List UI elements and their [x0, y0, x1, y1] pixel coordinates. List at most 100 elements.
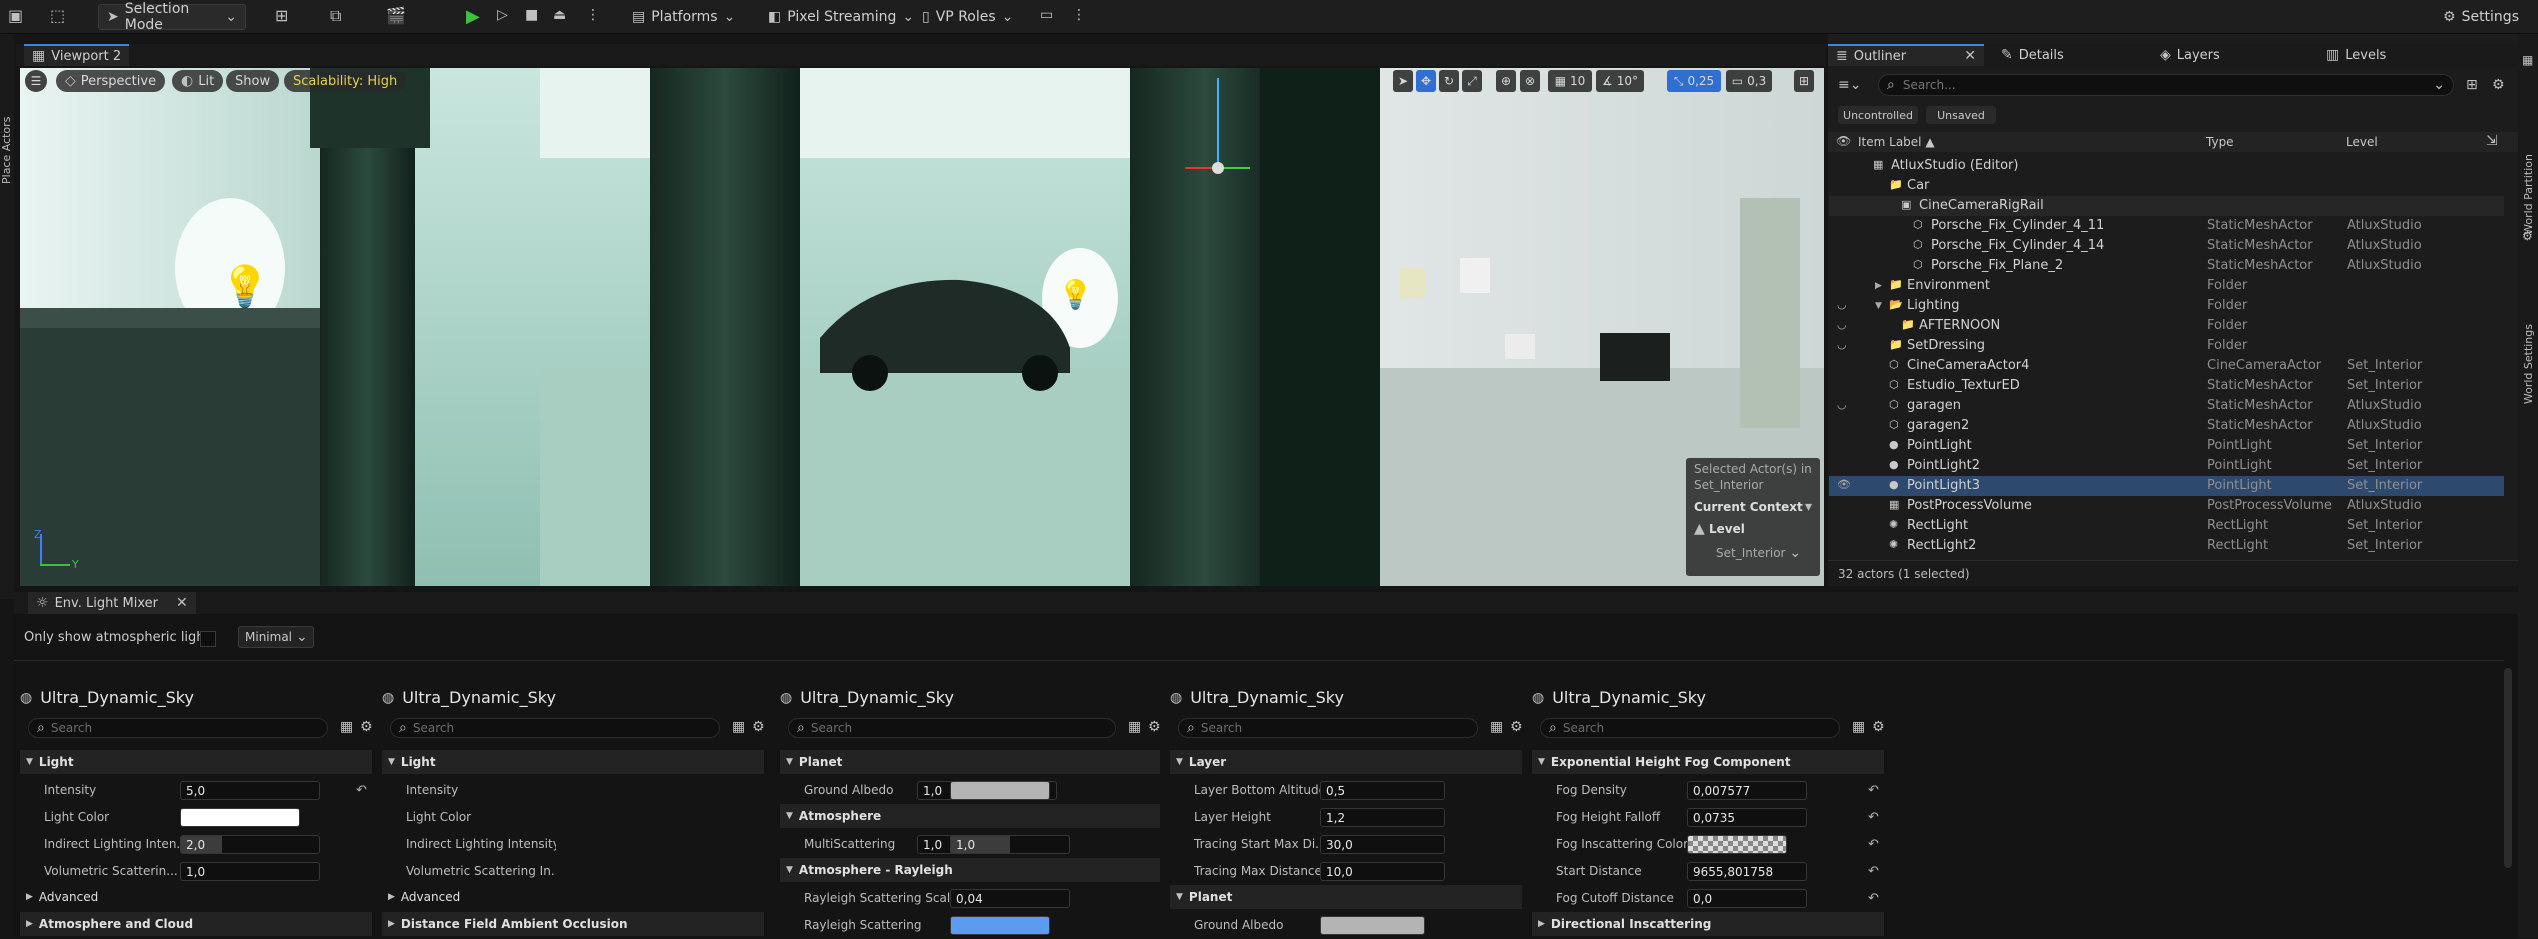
- outliner-row[interactable]: 👁 ● PointLight3 PointLight Set_Interior: [1829, 476, 2504, 496]
- gear-icon[interactable]: ⚙: [1872, 720, 1885, 734]
- gear-icon[interactable]: ⚙: [2492, 78, 2505, 92]
- col-item-label[interactable]: Item Label ▲: [1858, 135, 1935, 149]
- perspective-button[interactable]: ◇ Perspective: [56, 70, 166, 92]
- gear-icon[interactable]: ⚙: [752, 720, 765, 734]
- col-type[interactable]: Type: [2206, 135, 2234, 149]
- pixel-streaming-dropdown[interactable]: ◧ Pixel Streaming ⌄: [760, 4, 922, 30]
- reset-to-default-icon[interactable]: ↶: [1868, 783, 1879, 798]
- section-header[interactable]: ▼ Exponential Height Fog Component: [1532, 750, 1884, 774]
- tab-levels[interactable]: ▥ Levels: [2318, 44, 2394, 66]
- section-header[interactable]: ▶ Advanced: [382, 885, 764, 909]
- outliner-row[interactable]: ▣ CineCameraRigRail: [1829, 196, 2504, 216]
- property-value-field[interactable]: 0,04: [950, 889, 1070, 908]
- filter-icon[interactable]: ≡⌄: [1838, 78, 1861, 92]
- outliner-row[interactable]: ● PointLight2 PointLight Set_Interior: [1829, 456, 2504, 476]
- grid-view-icon[interactable]: ▦: [340, 720, 353, 734]
- panel-search[interactable]: ⌕ Search: [788, 718, 1116, 738]
- point-light-icon[interactable]: 💡: [1058, 278, 1093, 311]
- translate-tool-icon[interactable]: ✥: [1416, 70, 1436, 92]
- stop-icon[interactable]: ■: [525, 8, 538, 22]
- add-folder-icon[interactable]: ⊞: [2466, 78, 2478, 92]
- close-icon[interactable]: ✕: [176, 596, 188, 610]
- visibility-icon[interactable]: 👁: [1837, 478, 1851, 491]
- surface-snap-icon[interactable]: ⊗: [1520, 70, 1540, 92]
- visibility-icon[interactable]: ◡: [1837, 338, 1847, 351]
- more-icon[interactable]: ⋮: [586, 8, 600, 22]
- section-header[interactable]: ▶ Advanced: [20, 885, 372, 909]
- property-value-field[interactable]: 1,0: [950, 835, 1070, 854]
- viewport-scene[interactable]: 💡 💡 Z Y: [20, 68, 1824, 586]
- outliner-search-input[interactable]: [1902, 78, 2383, 92]
- point-light-icon[interactable]: 💡: [220, 263, 270, 310]
- lit-button[interactable]: ◐ Lit: [172, 70, 224, 92]
- maximize-viewport-icon[interactable]: ⊞: [1794, 70, 1814, 92]
- tab-viewport-2[interactable]: ▦ Viewport 2: [24, 44, 130, 66]
- col-level[interactable]: Level: [2346, 135, 2378, 149]
- outliner-row[interactable]: ◡ 📁 SetDressing Folder: [1829, 336, 2504, 356]
- outliner-row[interactable]: ✺ RectLight RectLight Set_Interior: [1829, 516, 2504, 536]
- outliner-row[interactable]: 📁 Car: [1829, 176, 2504, 196]
- outliner-row[interactable]: ⬡ Porsche_Fix_Cylinder_4_11 StaticMeshActo…: [1829, 216, 2504, 236]
- tab-outliner[interactable]: ≣ Outliner ✕: [1828, 44, 1984, 66]
- settings-dropdown[interactable]: ⚙ Settings: [2435, 4, 2527, 30]
- step-icon[interactable]: ▷: [497, 8, 508, 22]
- property-value-field[interactable]: 0,5: [1320, 781, 1445, 800]
- place-actors-strip[interactable]: Place Actors: [0, 34, 14, 599]
- section-header[interactable]: ▼ Light: [20, 750, 372, 774]
- property-value-field[interactable]: 0,007577: [1687, 781, 1807, 800]
- only-atmospheric-checkbox[interactable]: [200, 631, 216, 647]
- tab-env-light-mixer[interactable]: ☼ Env. Light Mixer ✕: [28, 592, 196, 614]
- add-actor-icon[interactable]: ⊞: [275, 8, 288, 24]
- level-value-dropdown[interactable]: Set_Interior ⌄: [1716, 546, 1801, 560]
- platforms-dropdown[interactable]: ▤ Platforms ⌄: [624, 4, 743, 30]
- outliner-row[interactable]: ✺ RectLight2 RectLight Set_Interior: [1829, 536, 2504, 556]
- outliner-row[interactable]: ⬡ garagen2 StaticMeshActor AtluxStudio: [1829, 416, 2504, 436]
- angle-snap-toggle[interactable]: ∡ 10°: [1596, 70, 1644, 92]
- more-icon[interactable]: ⋮: [1072, 8, 1086, 22]
- outliner-row[interactable]: ▦ PostProcessVolume PostProcessVolume Atlux…: [1829, 496, 2504, 516]
- outliner-row[interactable]: ● PointLight PointLight Set_Interior: [1829, 436, 2504, 456]
- property-value-field[interactable]: 10,0: [1320, 862, 1445, 881]
- visibility-icon[interactable]: 👁: [1836, 135, 1851, 147]
- panel-search[interactable]: ⌕ Search: [28, 718, 328, 738]
- eject-icon[interactable]: ⏏: [553, 8, 566, 22]
- visibility-icon[interactable]: ◡: [1837, 398, 1847, 411]
- select-tool-icon[interactable]: ➤: [1393, 70, 1413, 92]
- section-header[interactable]: ▼ Layer: [1170, 750, 1522, 774]
- reset-to-default-icon[interactable]: ↶: [356, 783, 367, 798]
- current-context-dropdown[interactable]: Current Context ▾: [1690, 497, 1816, 517]
- blueprint-icon[interactable]: ⧉: [330, 8, 341, 24]
- scalability-badge[interactable]: Scalability: High: [284, 70, 407, 92]
- outliner-row[interactable]: ⬡ CineCameraActor4 CineCameraActor Set_Inte…: [1829, 356, 2504, 376]
- panel-search[interactable]: ⌕ Search: [1178, 718, 1478, 738]
- reset-to-default-icon[interactable]: ↶: [1868, 810, 1879, 825]
- tab-layers[interactable]: ◈ Layers: [2152, 44, 2228, 66]
- close-icon[interactable]: ✕: [1964, 49, 1976, 63]
- scale-tool-icon[interactable]: ⤢: [1462, 70, 1482, 92]
- rotate-tool-icon[interactable]: ↻: [1439, 70, 1459, 92]
- outliner-search[interactable]: ⌕ ⌄: [1878, 74, 2454, 96]
- gear-icon[interactable]: ⚙: [1148, 720, 1161, 734]
- reset-to-default-icon[interactable]: ↶: [1868, 891, 1879, 906]
- world-settings-icon[interactable]: ⚙: [2522, 230, 2533, 242]
- section-header[interactable]: ▶ Directional Inscattering: [1532, 912, 1884, 936]
- selection-mode-dropdown[interactable]: ➤ Selection Mode ⌄: [98, 1, 246, 33]
- color-swatch[interactable]: [180, 808, 300, 827]
- filter-uncontrolled-chip[interactable]: Uncontrolled: [1838, 106, 1918, 124]
- gear-icon[interactable]: ⚙: [360, 720, 373, 734]
- color-swatch[interactable]: [950, 781, 1050, 800]
- world-settings-tab[interactable]: World Settings: [2522, 324, 2535, 404]
- section-header[interactable]: ▼ Planet: [780, 750, 1160, 774]
- show-button[interactable]: Show: [226, 70, 280, 92]
- outliner-row[interactable]: ⬡ Porsche_Fix_Cylinder_4_14 StaticMeshActo…: [1829, 236, 2504, 256]
- chevron-right-icon[interactable]: ▶: [1875, 281, 1882, 291]
- save-icon[interactable]: ▣: [8, 8, 23, 24]
- mode-dropdown[interactable]: Minimal ⌄: [238, 626, 314, 648]
- cinematics-icon[interactable]: 🎬: [386, 8, 406, 24]
- camera-speed-button[interactable]: ▭ 0,3: [1726, 70, 1772, 92]
- tab-details[interactable]: ✎ Details: [1993, 44, 2072, 66]
- section-header[interactable]: ▼ Planet: [1170, 885, 1522, 909]
- mixer-scrollbar[interactable]: [2504, 668, 2512, 868]
- section-header[interactable]: ▼ Light: [382, 750, 764, 774]
- hamburger-menu-icon[interactable]: ☰: [25, 70, 47, 92]
